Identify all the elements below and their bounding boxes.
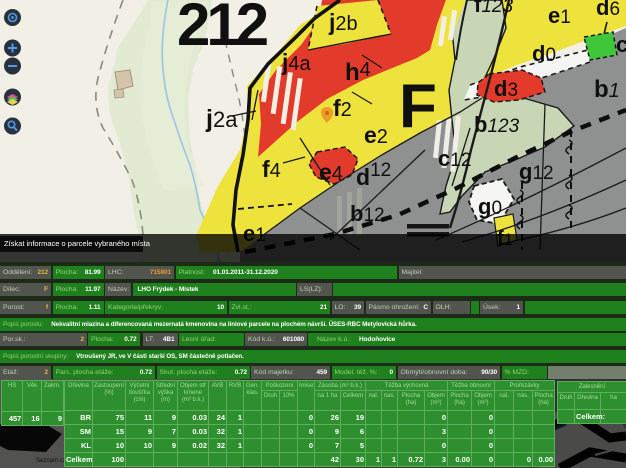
svg-text:e4: e4 — [319, 159, 343, 185]
svg-text:j4a: j4a — [281, 49, 312, 75]
svg-text:d6: d6 — [596, 0, 620, 20]
svg-text:b123: b123 — [474, 112, 520, 137]
svg-text:c12: c12 — [438, 146, 471, 171]
svg-text:e1: e1 — [548, 3, 571, 28]
svg-text:f2: f2 — [333, 95, 352, 121]
svg-text:d0: d0 — [532, 41, 556, 66]
svg-text:f123: f123 — [474, 0, 513, 17]
svg-text:d3: d3 — [494, 76, 518, 101]
svg-text:f4: f4 — [262, 156, 281, 182]
svg-text:b12: b12 — [350, 201, 385, 226]
svg-text:j2b: j2b — [328, 9, 358, 35]
svg-text:g0: g0 — [478, 194, 502, 219]
svg-text:e2: e2 — [364, 122, 388, 148]
svg-text:j2a: j2a — [205, 105, 238, 133]
svg-text:F: F — [399, 72, 437, 141]
svg-text:b1: b1 — [594, 76, 620, 103]
svg-text:c: c — [616, 32, 626, 57]
svg-text:g12: g12 — [519, 159, 554, 184]
svg-text:212: 212 — [177, 0, 267, 58]
